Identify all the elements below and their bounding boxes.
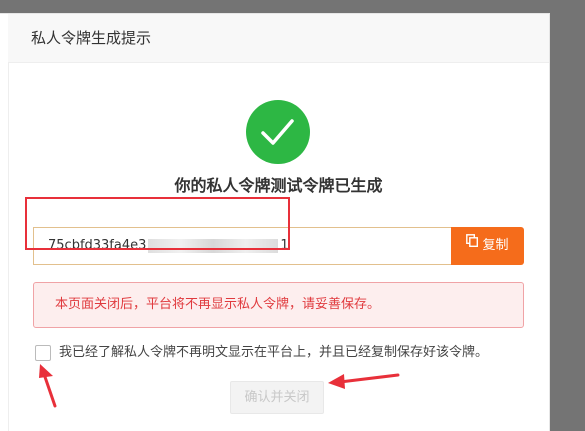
- annotation-arrow-button: [328, 373, 400, 389]
- copy-button[interactable]: 复制: [451, 227, 524, 265]
- warning-alert: 本页面关闭后，平台将不再显示私人令牌，请妥善保存。: [33, 282, 524, 328]
- confirm-text: 我已经了解私人令牌不再明文显示在平台上，并且已经复制保存好该令牌。: [59, 345, 489, 360]
- annotation-highlight-box: [25, 197, 290, 250]
- confirm-close-button[interactable]: 确认并关闭: [230, 381, 324, 414]
- success-heading: 你的私人令牌测试令牌已生成: [174, 176, 383, 195]
- copy-label: 复制: [482, 238, 509, 253]
- confirm-checkbox[interactable]: [35, 345, 51, 361]
- dialog-left-edge: [0, 14, 9, 431]
- success-badge: [246, 100, 310, 164]
- checkmark-icon: [261, 119, 294, 145]
- copy-icon: [466, 225, 479, 263]
- annotation-arrow-checkbox: [39, 364, 57, 408]
- dialog-title: 私人令牌生成提示: [31, 29, 152, 47]
- dialog-header: 私人令牌生成提示: [8, 14, 549, 63]
